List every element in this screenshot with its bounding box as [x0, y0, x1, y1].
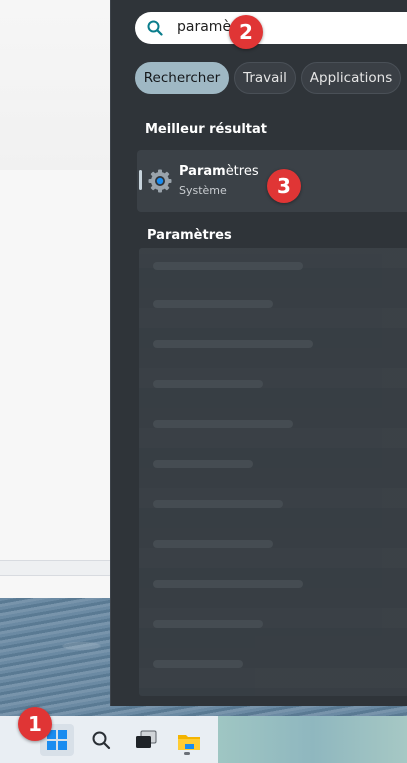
taskbar [0, 716, 407, 763]
taskbar-search-button[interactable] [84, 724, 118, 756]
step-badge-1: 1 [18, 707, 52, 741]
file-explorer-button[interactable] [170, 724, 204, 756]
search-query-text: paramè [177, 19, 232, 35]
blurred-results-list [139, 248, 407, 696]
step-badge-2: 2 [229, 15, 263, 49]
step-badge-3: 3 [267, 169, 301, 203]
search-icon [147, 20, 163, 36]
task-view-button[interactable] [128, 724, 162, 756]
best-result-title: Paramètres [179, 164, 259, 179]
background-app-content [0, 0, 110, 170]
best-result-heading: Meilleur résultat [145, 122, 268, 137]
tab-applications[interactable]: Applications [301, 62, 401, 94]
background-app-statusbar [0, 560, 110, 576]
best-result-subtitle: Système [179, 184, 227, 197]
tab-rechercher[interactable]: Rechercher [135, 62, 229, 94]
settings-section-heading: Paramètres [147, 228, 232, 243]
selection-indicator [139, 170, 142, 190]
background-app-window [0, 0, 110, 600]
settings-gear-icon [147, 168, 173, 194]
start-menu-panel: paramè Rechercher Travail Applications M… [110, 0, 407, 706]
running-indicator [184, 752, 190, 755]
taskbar-blurred-area [218, 716, 407, 763]
tab-travail[interactable]: Travail [234, 62, 296, 94]
search-input[interactable]: paramè [135, 12, 407, 44]
